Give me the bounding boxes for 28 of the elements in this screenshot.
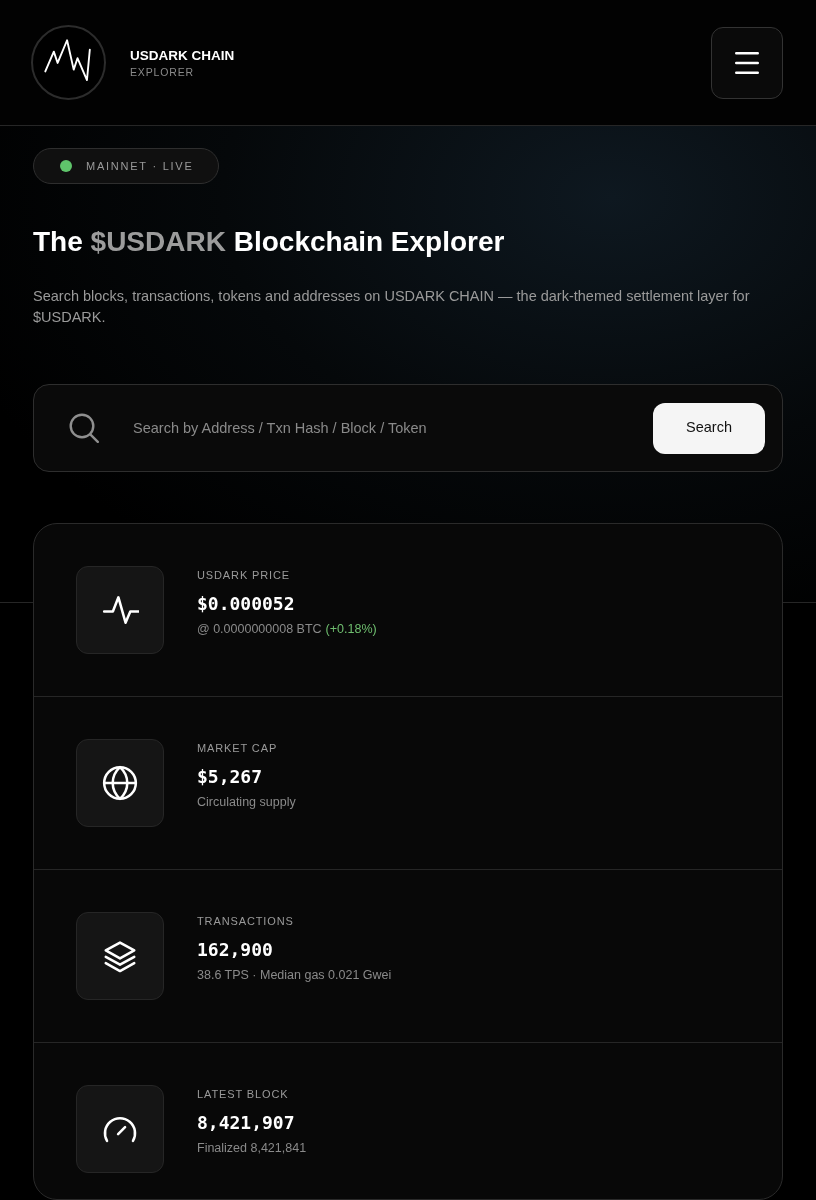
stat-detail: @ 0.0000000008 BTC (197, 621, 322, 637)
stat-label: USDARK PRICE (197, 568, 292, 582)
search-button[interactable]: Search (653, 402, 765, 454)
stat-value: $0.000052 (197, 592, 296, 616)
page-heading: The $USDARK Blockchain Explorer (33, 225, 506, 259)
layers-icon (76, 912, 164, 1000)
stat-label: TRANSACTIONS (197, 914, 295, 928)
search-input[interactable]: Search by Address / Txn Hash / Block / Token (133, 408, 653, 448)
stat-label: LATEST BLOCK (197, 1087, 290, 1101)
gauge-icon (76, 1085, 164, 1173)
stat-detail: Finalized 8,421,841 (197, 1140, 307, 1156)
stat-value: 162,900 (197, 938, 274, 962)
stat-label: MARKET CAP (197, 741, 279, 755)
pulse-icon (76, 566, 164, 654)
status-label: MAINNET · LIVE (86, 159, 194, 173)
stat-detail: Circulating supply (197, 794, 296, 810)
brand-subtitle: EXPLORER (130, 64, 195, 79)
stat-value: 8,421,907 (197, 1111, 296, 1135)
stat-value: $5,267 (197, 765, 264, 789)
globe-icon (76, 739, 164, 827)
price-change: (+0.18%) (325, 621, 377, 637)
page-description: Search blocks, transactions, tokens and addresses on USDARK CHAIN — the dark-themed settlement layer for $USDARK. (33, 287, 751, 327)
search-icon (69, 413, 99, 443)
search-bar[interactable]: Search by Address / Txn Hash / Block / Token Search (33, 384, 783, 472)
menu-icon (735, 51, 759, 74)
menu-button[interactable] (711, 26, 783, 99)
brand-title: USDARK CHAIN (130, 46, 235, 65)
stat-detail: 38.6 TPS · Median gas 0.021 Gwei (197, 967, 392, 983)
